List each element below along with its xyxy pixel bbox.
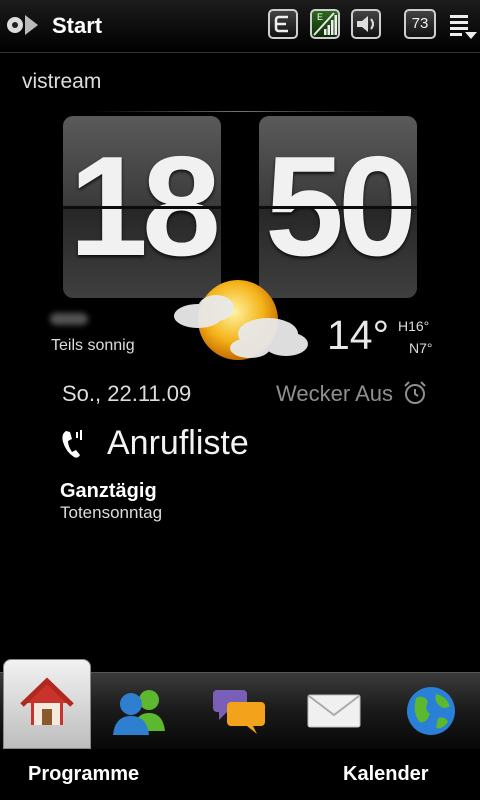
date-label[interactable]: So., 22.11.09 bbox=[62, 381, 191, 407]
battery-indicator[interactable]: 73 bbox=[404, 9, 436, 39]
calendar-event-subtitle[interactable]: Totensonntag bbox=[60, 503, 162, 523]
house-icon bbox=[20, 677, 74, 725]
weather-condition[interactable]: Teils sonnig bbox=[51, 337, 135, 355]
softkey-calendar[interactable]: Kalender bbox=[343, 763, 429, 786]
tab-internet[interactable] bbox=[387, 673, 475, 749]
owner-name: vistream bbox=[22, 70, 102, 93]
divider bbox=[90, 111, 390, 112]
tab-bar bbox=[0, 659, 480, 749]
status-bar: Start E 73 bbox=[0, 0, 480, 53]
envelope-icon bbox=[307, 694, 361, 728]
calendar-event-title[interactable]: Ganztägig bbox=[60, 480, 157, 503]
chat-bubbles-icon bbox=[213, 690, 265, 734]
flip-hinge bbox=[259, 206, 417, 209]
volume-icon[interactable] bbox=[351, 9, 381, 39]
flip-hinge bbox=[63, 206, 221, 209]
location-label-blurred bbox=[50, 313, 88, 325]
alarm-clock-icon bbox=[404, 381, 426, 404]
alarm-status[interactable]: Wecker Aus bbox=[276, 381, 393, 407]
temperature-low: N7° bbox=[409, 340, 433, 356]
temperature-high: H16° bbox=[398, 318, 430, 334]
call-history-icon[interactable] bbox=[60, 428, 88, 460]
partly-sunny-icon[interactable] bbox=[168, 276, 314, 372]
people-icon bbox=[113, 690, 165, 735]
start-title[interactable]: Start bbox=[52, 13, 102, 39]
clock-hours-card[interactable]: 18 bbox=[63, 116, 221, 298]
tab-home[interactable] bbox=[3, 659, 91, 749]
signal-strength-icon[interactable]: E bbox=[310, 9, 340, 39]
tab-messages[interactable] bbox=[195, 673, 283, 749]
network-type-label: E bbox=[317, 12, 324, 22]
softkey-programs[interactable]: Programme bbox=[28, 763, 139, 786]
current-temperature[interactable]: 14° bbox=[327, 312, 389, 359]
clock-minutes-card[interactable]: 50 bbox=[259, 116, 417, 298]
globe-icon bbox=[407, 687, 455, 735]
tab-mail[interactable] bbox=[290, 673, 378, 749]
tab-people[interactable] bbox=[95, 673, 183, 749]
windows-start-icon[interactable] bbox=[6, 10, 40, 40]
data-connection-icon[interactable] bbox=[268, 9, 298, 39]
call-history-label[interactable]: Anrufliste bbox=[107, 424, 249, 463]
menu-icon[interactable] bbox=[448, 12, 478, 40]
